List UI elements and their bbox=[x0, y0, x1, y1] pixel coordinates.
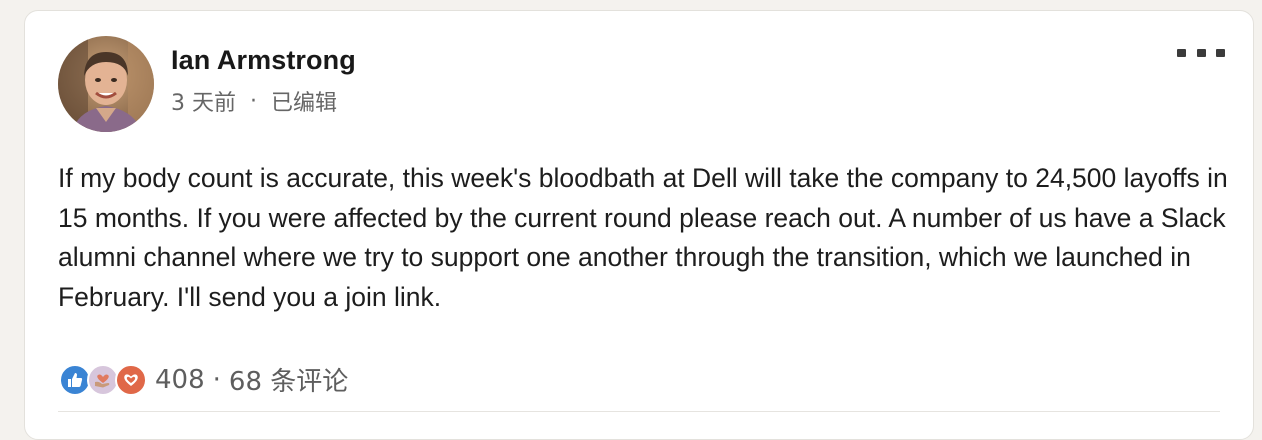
more-options-button[interactable] bbox=[1177, 41, 1225, 65]
comments-count[interactable]: 68 条评论 bbox=[229, 361, 348, 398]
reactions-summary[interactable]: 408 · 68 条评论 bbox=[59, 361, 348, 398]
author-avatar[interactable] bbox=[58, 36, 154, 132]
post-time: 3 天前 bbox=[171, 91, 236, 116]
love-icon bbox=[115, 363, 147, 396]
more-horizontal-icon-dot bbox=[1196, 49, 1206, 57]
post-card: Ian Armstrong 3 天前 · 已编辑 If my body coun… bbox=[24, 10, 1254, 440]
author-name[interactable]: Ian Armstrong bbox=[171, 45, 356, 76]
reaction-count[interactable]: 408 bbox=[155, 365, 205, 395]
reaction-comment-counts: 408 · 68 条评论 bbox=[155, 361, 348, 398]
post-body: If my body count is accurate, this week'… bbox=[58, 163, 1228, 312]
more-horizontal-icon bbox=[1177, 49, 1186, 57]
avatar-image bbox=[58, 36, 154, 132]
edited-label: 已编辑 bbox=[271, 91, 338, 116]
counts-separator: · bbox=[212, 364, 221, 395]
post-meta: 3 天前 · 已编辑 bbox=[171, 85, 337, 117]
divider bbox=[58, 411, 1220, 412]
meta-separator: · bbox=[250, 88, 257, 114]
more-horizontal-icon-dot bbox=[1216, 49, 1225, 57]
